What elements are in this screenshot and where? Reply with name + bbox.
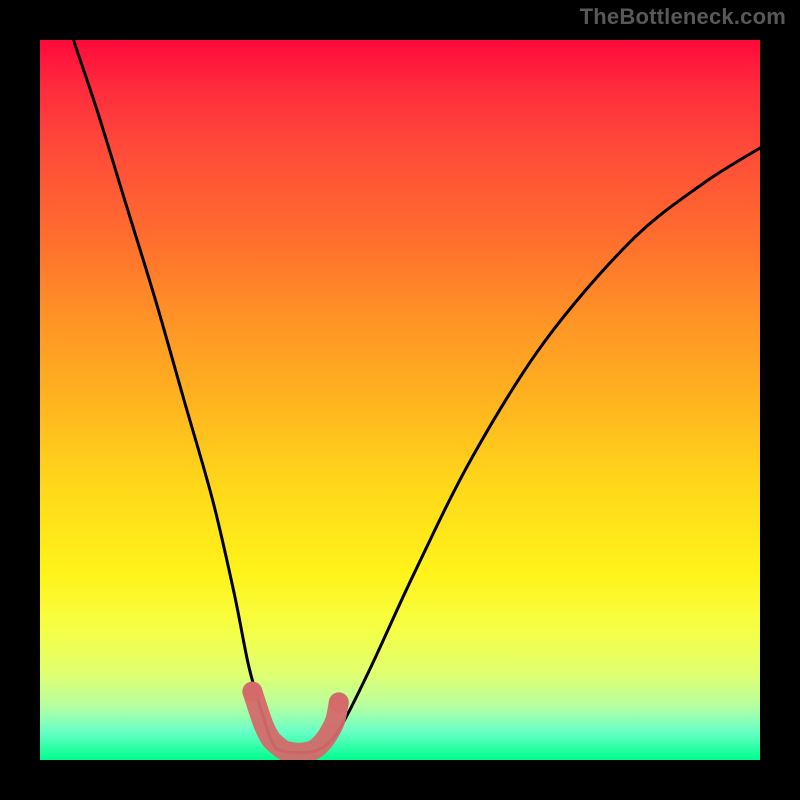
- optimal-range-start-marker: [242, 682, 262, 702]
- watermark-text: TheBottleneck.com: [580, 4, 786, 30]
- plot-area: [40, 40, 760, 760]
- curve-layer: [40, 40, 760, 760]
- bottleneck-curve: [40, 40, 760, 753]
- chart-frame: TheBottleneck.com: [0, 0, 800, 800]
- optimal-range-curve: [252, 692, 338, 753]
- optimal-range-end-marker: [329, 692, 349, 712]
